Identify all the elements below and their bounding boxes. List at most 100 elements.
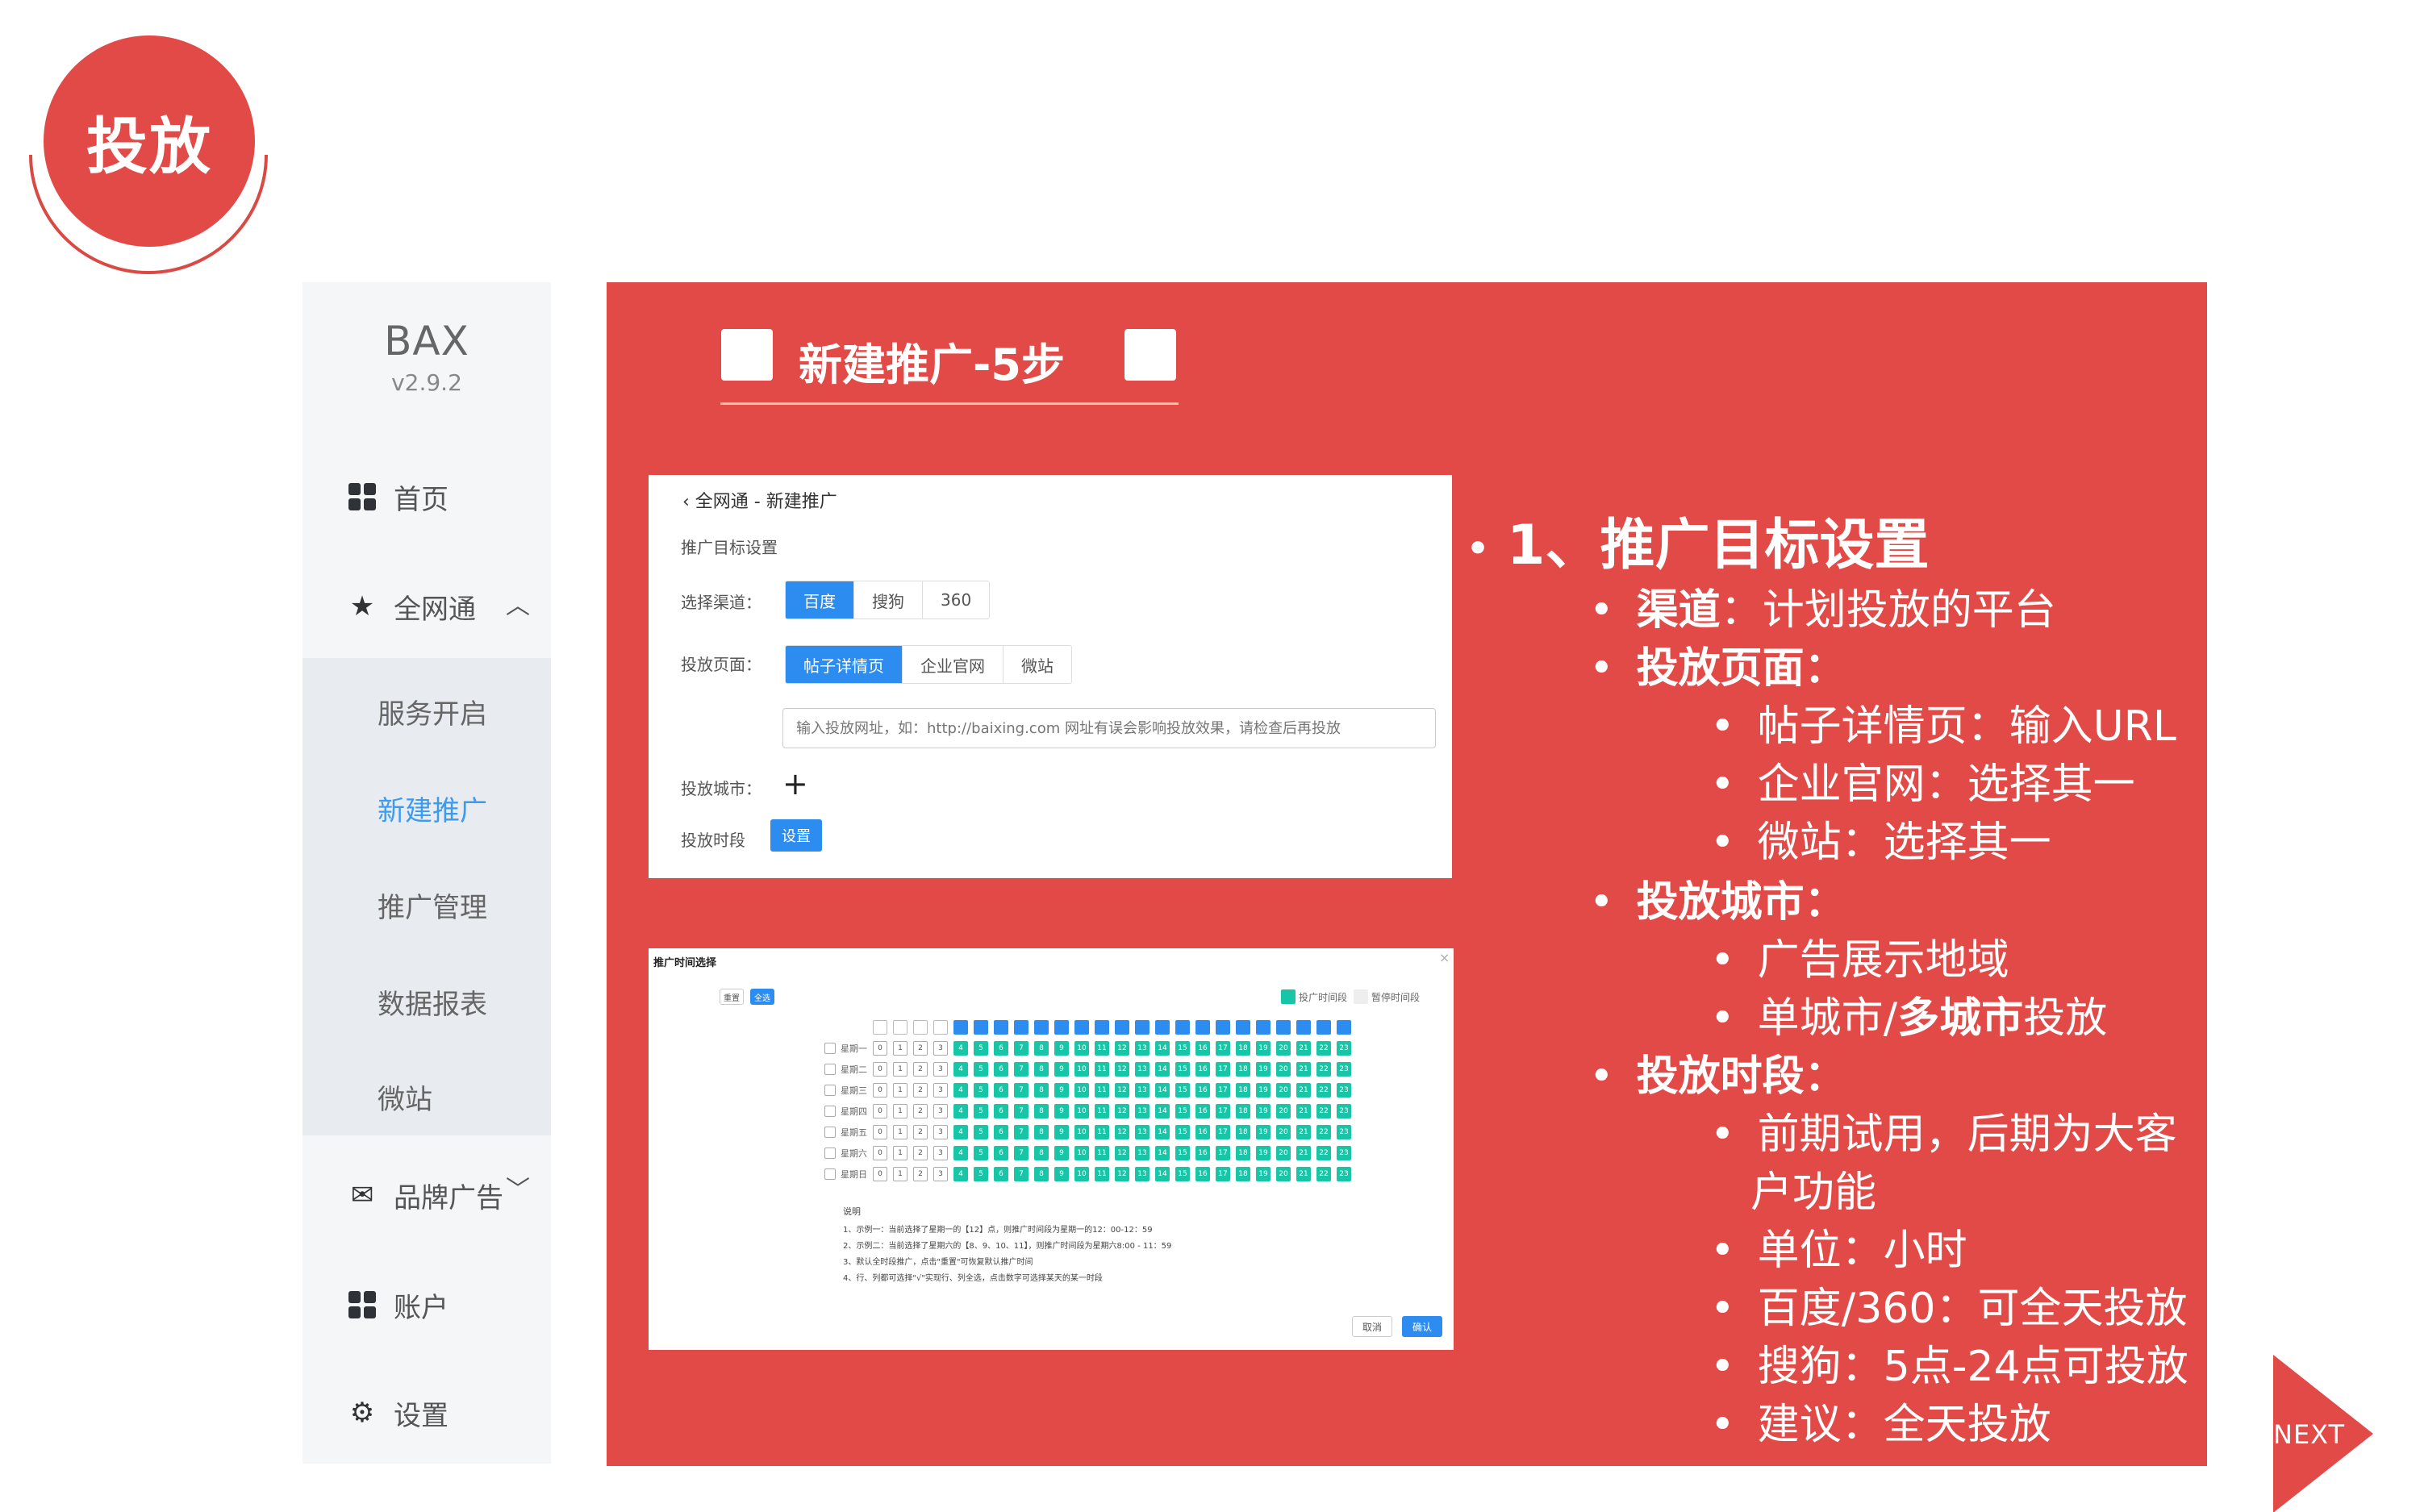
hour-cell[interactable]: 23 <box>1337 1125 1351 1139</box>
hour-cell[interactable]: 15 <box>1175 1146 1190 1160</box>
hour-cell[interactable]: 19 <box>1256 1083 1270 1098</box>
channel-option-baidu[interactable]: 百度 <box>786 581 854 619</box>
hour-cell[interactable]: 18 <box>1236 1083 1250 1098</box>
hour-cell[interactable]: 6 <box>994 1041 1008 1056</box>
hour-column-checkbox[interactable] <box>953 1020 968 1035</box>
day-row-label[interactable]: 星期四 <box>824 1105 873 1118</box>
hour-column-checkbox[interactable] <box>913 1020 928 1035</box>
hour-cell[interactable]: 18 <box>1236 1146 1250 1160</box>
day-row-checkbox[interactable] <box>824 1085 836 1096</box>
hour-cell[interactable]: 4 <box>953 1041 968 1056</box>
close-icon[interactable]: × <box>1439 950 1450 965</box>
hour-cell[interactable]: 5 <box>974 1041 988 1056</box>
hour-cell[interactable]: 22 <box>1316 1146 1331 1160</box>
hour-cell[interactable]: 8 <box>1034 1062 1049 1077</box>
breadcrumb[interactable]: ‹ 全网通 - 新建推广 <box>682 487 837 513</box>
hour-column-checkbox[interactable] <box>1014 1020 1028 1035</box>
hour-cell[interactable]: 17 <box>1216 1167 1230 1181</box>
hour-cell[interactable]: 9 <box>1054 1146 1069 1160</box>
hour-column-checkbox[interactable] <box>873 1020 887 1035</box>
hour-column-checkbox[interactable] <box>1054 1020 1069 1035</box>
hour-cell[interactable]: 11 <box>1095 1041 1109 1056</box>
select-all-button[interactable]: 全选 <box>750 989 774 1005</box>
hour-cell[interactable]: 3 <box>933 1167 948 1181</box>
day-row-checkbox[interactable] <box>824 1106 836 1117</box>
hour-cell[interactable]: 13 <box>1135 1041 1150 1056</box>
url-input[interactable] <box>782 708 1436 748</box>
hour-cell[interactable]: 14 <box>1155 1083 1170 1098</box>
reset-button[interactable]: 重置 <box>720 989 744 1005</box>
hour-cell[interactable]: 23 <box>1337 1041 1351 1056</box>
hour-cell[interactable]: 8 <box>1034 1041 1049 1056</box>
hour-cell[interactable]: 7 <box>1014 1083 1028 1098</box>
hour-cell[interactable]: 23 <box>1337 1104 1351 1118</box>
hour-cell[interactable]: 20 <box>1276 1083 1291 1098</box>
hour-cell[interactable]: 22 <box>1316 1167 1331 1181</box>
hour-column-checkbox[interactable] <box>1316 1020 1331 1035</box>
hour-cell[interactable]: 9 <box>1054 1083 1069 1098</box>
hour-cell[interactable]: 10 <box>1074 1146 1089 1160</box>
hour-cell[interactable]: 19 <box>1256 1062 1270 1077</box>
hour-cell[interactable]: 9 <box>1054 1167 1069 1181</box>
hour-cell[interactable]: 3 <box>933 1146 948 1160</box>
hour-cell[interactable]: 14 <box>1155 1146 1170 1160</box>
channel-option-360[interactable]: 360 <box>923 581 990 619</box>
hour-cell[interactable]: 16 <box>1195 1146 1210 1160</box>
hour-column-checkbox[interactable] <box>1337 1020 1351 1035</box>
day-row-label[interactable]: 星期五 <box>824 1126 873 1139</box>
hour-cell[interactable]: 14 <box>1155 1167 1170 1181</box>
hour-cell[interactable]: 23 <box>1337 1062 1351 1077</box>
hour-cell[interactable]: 6 <box>994 1062 1008 1077</box>
hour-cell[interactable]: 11 <box>1095 1167 1109 1181</box>
day-row-checkbox[interactable] <box>824 1148 836 1159</box>
hour-cell[interactable]: 2 <box>913 1125 928 1139</box>
subnav-item-promotion-manage[interactable]: 推广管理 <box>378 885 487 925</box>
page-option-post[interactable]: 帖子详情页 <box>786 646 903 683</box>
hour-cell[interactable]: 19 <box>1256 1146 1270 1160</box>
sidebar-item-home[interactable]: 首页 <box>347 473 449 521</box>
hour-cell[interactable]: 6 <box>994 1083 1008 1098</box>
hour-cell[interactable]: 0 <box>873 1167 887 1181</box>
hour-cell[interactable]: 19 <box>1256 1041 1270 1056</box>
day-row-label[interactable]: 星期日 <box>824 1168 873 1181</box>
hour-cell[interactable]: 11 <box>1095 1062 1109 1077</box>
hour-cell[interactable]: 15 <box>1175 1041 1190 1056</box>
page-option-site[interactable]: 企业官网 <box>903 646 1003 683</box>
channel-option-sogou[interactable]: 搜狗 <box>854 581 923 619</box>
hour-cell[interactable]: 3 <box>933 1062 948 1077</box>
confirm-button[interactable]: 确认 <box>1402 1316 1442 1337</box>
hour-cell[interactable]: 17 <box>1216 1146 1230 1160</box>
hour-cell[interactable]: 14 <box>1155 1041 1170 1056</box>
chevron-down-icon[interactable]: ﹀ <box>506 1169 530 1205</box>
hour-cell[interactable]: 17 <box>1216 1041 1230 1056</box>
hour-column-checkbox[interactable] <box>1074 1020 1089 1035</box>
hour-cell[interactable]: 1 <box>893 1146 908 1160</box>
hour-cell[interactable]: 18 <box>1236 1125 1250 1139</box>
hour-cell[interactable]: 3 <box>933 1083 948 1098</box>
hour-cell[interactable]: 13 <box>1135 1104 1150 1118</box>
hour-column-checkbox[interactable] <box>1236 1020 1250 1035</box>
hour-column-checkbox[interactable] <box>1195 1020 1210 1035</box>
hour-cell[interactable]: 10 <box>1074 1062 1089 1077</box>
hour-cell[interactable]: 15 <box>1175 1062 1190 1077</box>
hour-cell[interactable]: 15 <box>1175 1104 1190 1118</box>
hour-cell[interactable]: 10 <box>1074 1104 1089 1118</box>
hour-cell[interactable]: 0 <box>873 1062 887 1077</box>
hour-cell[interactable]: 7 <box>1014 1146 1028 1160</box>
hour-cell[interactable]: 22 <box>1316 1041 1331 1056</box>
hour-cell[interactable]: 5 <box>974 1167 988 1181</box>
hour-cell[interactable]: 17 <box>1216 1083 1230 1098</box>
hour-cell[interactable]: 2 <box>913 1083 928 1098</box>
hour-cell[interactable]: 8 <box>1034 1167 1049 1181</box>
page-option-microsite[interactable]: 微站 <box>1003 646 1071 683</box>
hour-cell[interactable]: 20 <box>1276 1125 1291 1139</box>
hour-cell[interactable]: 4 <box>953 1146 968 1160</box>
hour-cell[interactable]: 1 <box>893 1083 908 1098</box>
hour-cell[interactable]: 2 <box>913 1104 928 1118</box>
hour-cell[interactable]: 14 <box>1155 1125 1170 1139</box>
subnav-item-service[interactable]: 服务开启 <box>378 692 487 731</box>
add-city-icon[interactable]: + <box>782 766 808 802</box>
hour-cell[interactable]: 16 <box>1195 1041 1210 1056</box>
hour-cell[interactable]: 22 <box>1316 1062 1331 1077</box>
hour-cell[interactable]: 6 <box>994 1167 1008 1181</box>
